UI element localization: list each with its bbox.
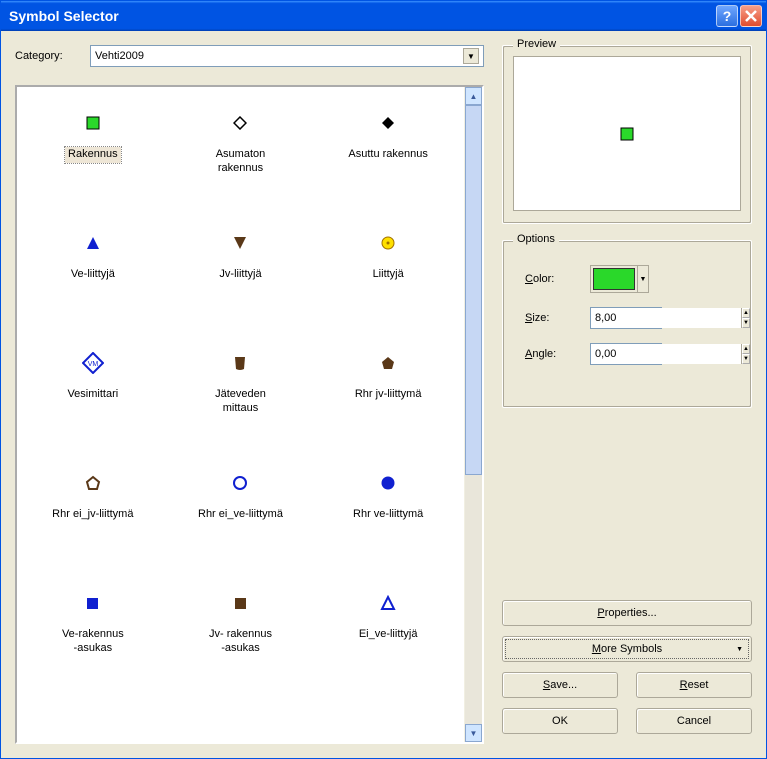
color-picker[interactable]: ▼ xyxy=(590,265,649,293)
symbol-icon xyxy=(380,225,396,261)
symbol-label: Ve-liittyjä xyxy=(68,267,118,283)
ok-button[interactable]: OK xyxy=(502,708,618,734)
spin-up-icon[interactable]: ▲ xyxy=(742,308,750,318)
angle-spinner[interactable]: ▲ ▼ xyxy=(590,343,662,365)
color-label: Color: xyxy=(525,273,590,285)
reset-button[interactable]: Reset xyxy=(636,672,752,698)
titlebar: Symbol Selector ? xyxy=(1,1,766,31)
size-row: Size: ▲ ▼ xyxy=(525,307,741,329)
more-symbols-button[interactable]: More Symbols ▼ xyxy=(502,636,752,662)
symbol-asumaton-rakennus[interactable]: Asumaton rakennus xyxy=(167,99,315,219)
color-swatch xyxy=(593,268,635,290)
symbol-icon xyxy=(380,585,396,621)
symbol-label: Vesimittari xyxy=(64,387,121,403)
preview-fieldset: Preview xyxy=(502,45,752,224)
angle-row: Angle: ▲ ▼ xyxy=(525,343,741,365)
options-fieldset: Options Color: ▼ Size: ▲ ▼ xyxy=(502,240,752,408)
svg-text:VM: VM xyxy=(88,361,99,368)
symbol-icon xyxy=(380,465,396,501)
window-title: Symbol Selector xyxy=(9,8,714,24)
symbol-label: Ei_ve-liittyjä xyxy=(356,627,421,643)
symbol-rhr-ve-liittyma[interactable]: Rhr ve-liittymä xyxy=(314,459,462,579)
chevron-down-icon: ▼ xyxy=(463,48,479,64)
symbol-jv-rakennus-asukas[interactable]: Jv- rakennus -asukas xyxy=(167,579,315,699)
symbol-selector-dialog: Symbol Selector ? Category: Vehti2009 ▼ xyxy=(0,0,767,759)
symbol-icon xyxy=(234,585,247,621)
close-icon xyxy=(745,10,757,22)
save-button[interactable]: Save... xyxy=(502,672,618,698)
symbol-rhr-ei-ve-liittyma[interactable]: Rhr ei_ve-liittymä xyxy=(167,459,315,579)
symbol-icon xyxy=(233,345,247,381)
symbol-label: Jv- rakennus -asukas xyxy=(206,627,275,657)
angle-input[interactable] xyxy=(591,344,741,364)
symbol-icon xyxy=(233,105,247,141)
symbol-label: Rhr ei_ve-liittymä xyxy=(195,507,286,523)
category-label: Category: xyxy=(15,50,80,62)
color-row: Color: ▼ xyxy=(525,265,741,293)
size-label: Size: xyxy=(525,312,590,324)
symbol-icon xyxy=(381,105,395,141)
preview-symbol-icon xyxy=(620,127,634,141)
symbol-icon xyxy=(85,225,101,261)
symbol-label: Jäteveden mittaus xyxy=(212,387,269,417)
symbol-ei-ve-liittyja[interactable]: Ei_ve-liittyjä xyxy=(314,579,462,699)
symbol-jateveden-mittaus[interactable]: Jäteveden mittaus xyxy=(167,339,315,459)
properties-button[interactable]: Properties... xyxy=(502,600,752,626)
angle-label: Angle: xyxy=(525,348,590,360)
symbol-rhr-ei-jv-liittyma[interactable]: Rhr ei_jv-liittymä xyxy=(19,459,167,579)
category-select[interactable]: Vehti2009 ▼ xyxy=(90,45,484,67)
help-button[interactable]: ? xyxy=(716,5,738,27)
right-column: Preview Options Color: ▼ Siz xyxy=(502,45,752,744)
symbol-label: Rhr ei_jv-liittymä xyxy=(49,507,136,523)
category-row: Category: Vehti2009 ▼ xyxy=(15,45,484,67)
symbol-label: Asuttu rakennus xyxy=(345,147,431,163)
symbol-icon xyxy=(232,225,248,261)
scroll-thumb[interactable] xyxy=(465,105,482,475)
symbol-icon: VM xyxy=(82,345,104,381)
symbol-label: Asumaton rakennus xyxy=(213,147,269,177)
symbol-list-panel: Rakennus Asumaton rakennus Asuttu rakenn… xyxy=(15,85,484,744)
chevron-down-icon: ▼ xyxy=(736,646,743,653)
size-spinner[interactable]: ▲ ▼ xyxy=(590,307,662,329)
symbol-liittyja[interactable]: Liittyjä xyxy=(314,219,462,339)
symbol-label: Rhr ve-liittymä xyxy=(350,507,426,523)
preview-box xyxy=(513,56,741,211)
symbol-jv-liittyja[interactable]: Jv-liittyjä xyxy=(167,219,315,339)
symbol-ve-liittyja[interactable]: Ve-liittyjä xyxy=(19,219,167,339)
spin-down-icon[interactable]: ▼ xyxy=(742,354,750,364)
chevron-down-icon: ▼ xyxy=(637,266,648,292)
symbol-ve-rakennus-asukas[interactable]: Ve-rakennus -asukas xyxy=(19,579,167,699)
scroll-up-icon[interactable]: ▲ xyxy=(465,87,482,105)
symbol-icon xyxy=(86,585,99,621)
symbol-asuttu-rakennus[interactable]: Asuttu rakennus xyxy=(314,99,462,219)
symbol-icon xyxy=(86,105,100,141)
scroll-down-icon[interactable]: ▼ xyxy=(465,724,482,742)
category-value: Vehti2009 xyxy=(95,50,144,62)
scrollbar[interactable]: ▲ ▼ xyxy=(464,87,482,742)
spin-down-icon[interactable]: ▼ xyxy=(742,318,750,328)
symbol-icon xyxy=(85,465,101,501)
cancel-button[interactable]: Cancel xyxy=(636,708,752,734)
left-column: Category: Vehti2009 ▼ Rakennus xyxy=(15,45,484,744)
options-legend: Options xyxy=(513,233,559,245)
symbol-label: Rhr jv-liittymä xyxy=(352,387,425,403)
symbol-vesimittari[interactable]: VM Vesimittari xyxy=(19,339,167,459)
close-button[interactable] xyxy=(740,5,762,27)
symbol-rhr-jv-liittyma[interactable]: Rhr jv-liittymä xyxy=(314,339,462,459)
dialog-content: Category: Vehti2009 ▼ Rakennus xyxy=(1,31,766,758)
symbol-icon xyxy=(232,465,248,501)
preview-legend: Preview xyxy=(513,38,560,50)
spin-up-icon[interactable]: ▲ xyxy=(742,344,750,354)
symbol-grid: Rakennus Asumaton rakennus Asuttu rakenn… xyxy=(17,87,464,742)
symbol-label: Liittyjä xyxy=(370,267,407,283)
symbol-rakennus[interactable]: Rakennus xyxy=(19,99,167,219)
symbol-label: Rakennus xyxy=(65,147,121,163)
symbol-label: Jv-liittyjä xyxy=(216,267,264,283)
symbol-icon xyxy=(380,345,396,381)
symbol-label: Ve-rakennus -asukas xyxy=(59,627,127,657)
size-input[interactable] xyxy=(591,308,741,328)
